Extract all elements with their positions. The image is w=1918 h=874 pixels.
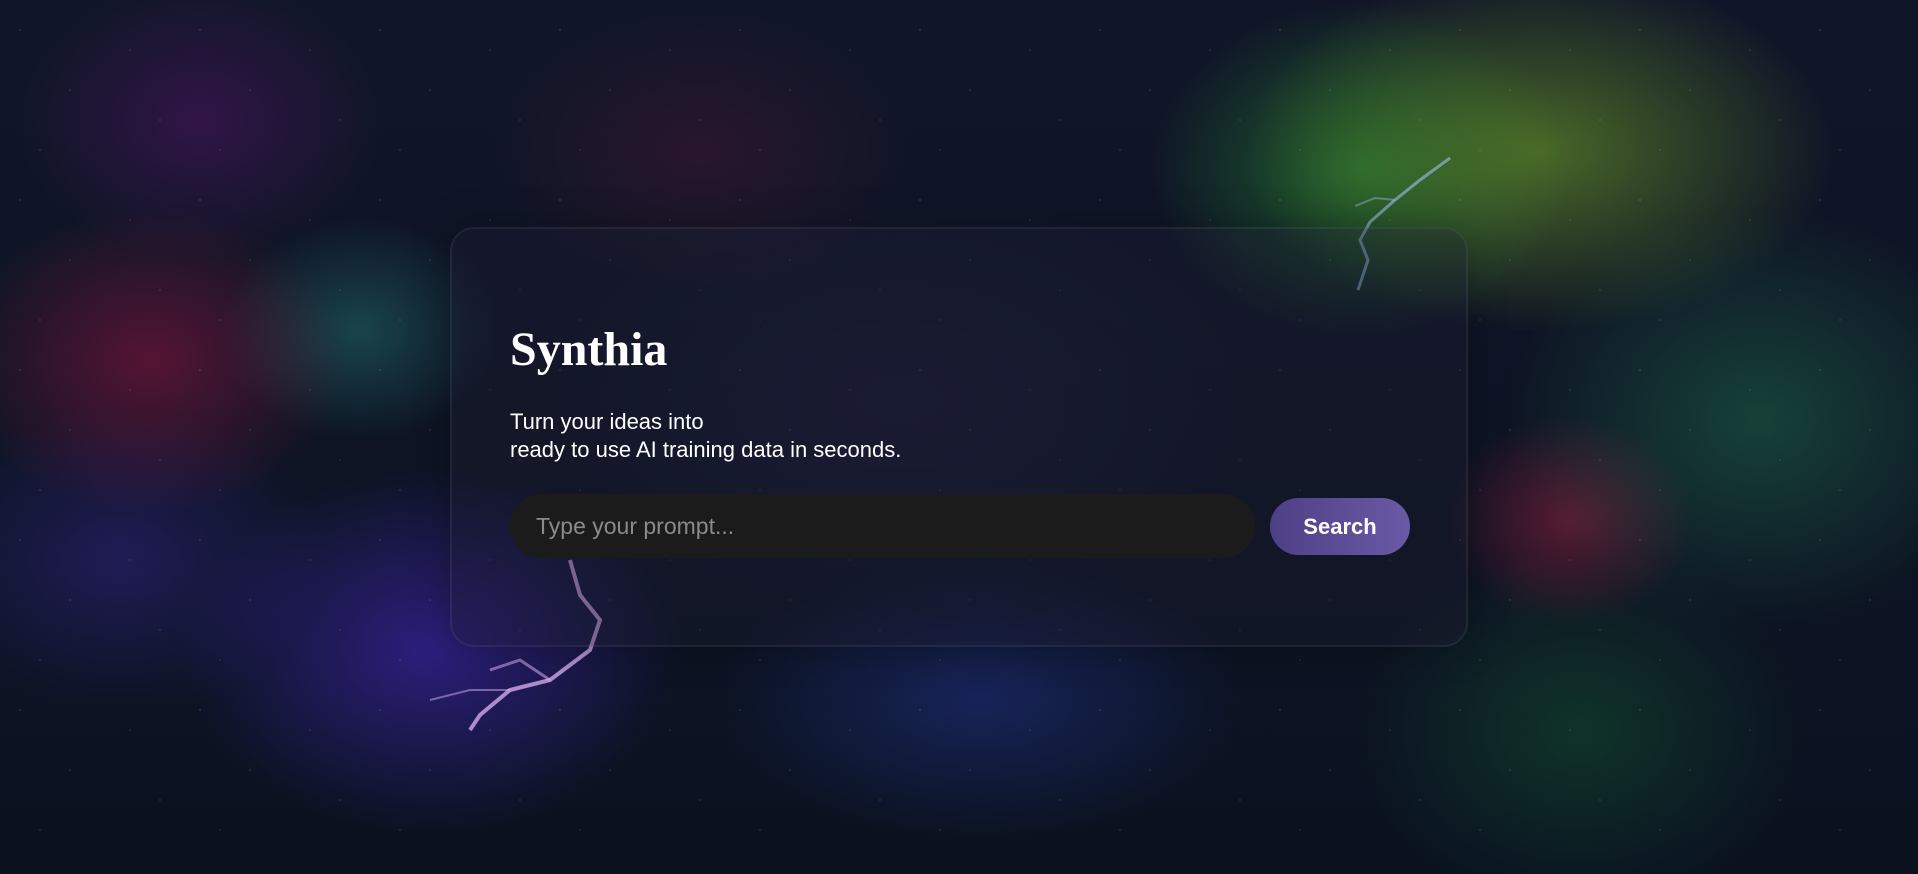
prompt-input[interactable] (510, 494, 1255, 558)
app-title: Synthia (510, 323, 668, 376)
tagline: Turn your ideas into ready to use AI tra… (510, 408, 901, 464)
tagline-line-2: ready to use AI training data in seconds… (510, 437, 902, 462)
search-button[interactable]: Search (1270, 498, 1410, 555)
nebula-background: Synthia Turn your ideas into ready to us… (0, 0, 1918, 874)
tagline-line-1: Turn your ideas into (510, 409, 704, 434)
